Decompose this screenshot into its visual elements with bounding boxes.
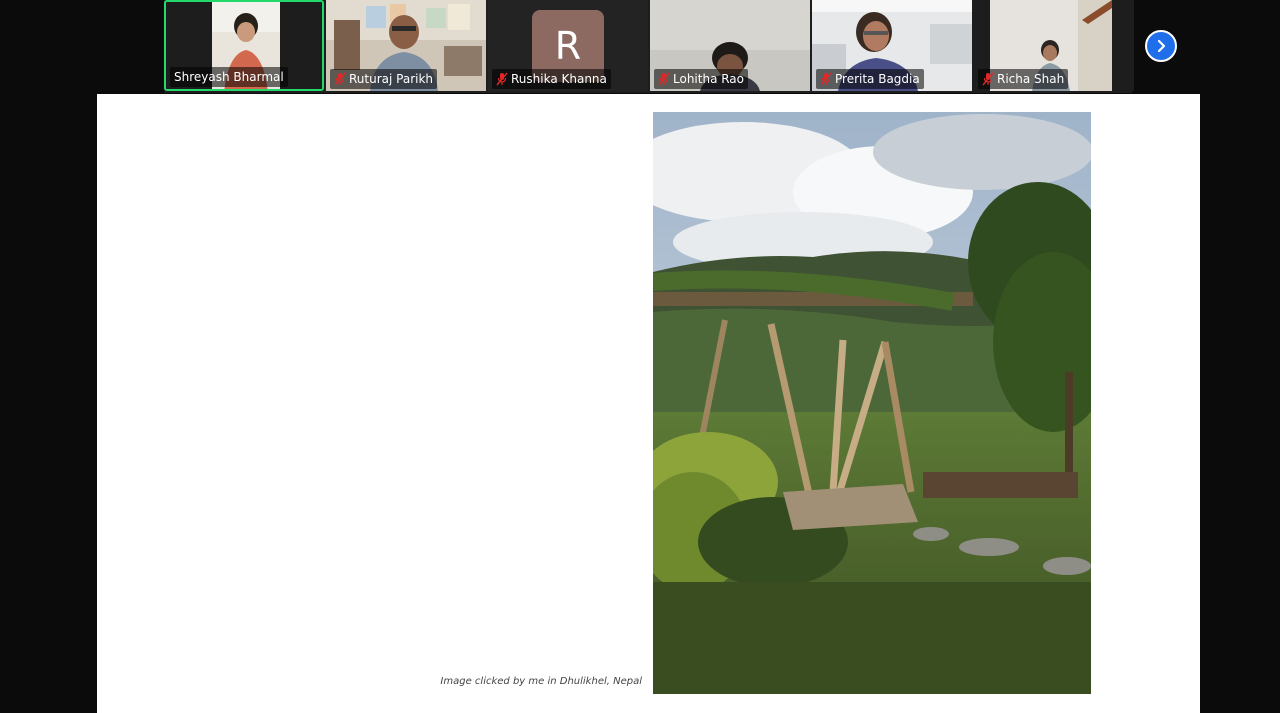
- participant-name: Richa Shah: [997, 72, 1065, 86]
- participant-name: Prerita Bagdia: [835, 72, 920, 86]
- participant-nameplate: Prerita Bagdia: [816, 69, 924, 89]
- participant-nameplate: Rushika Khanna: [492, 69, 611, 89]
- photo-caption: Image clicked by me in Dhulikhel, Nepal: [440, 676, 642, 687]
- participant-name: Lohitha Rao: [673, 72, 745, 86]
- participant-name: Ruturaj Parikh: [349, 72, 434, 86]
- participant-tile-lohitha[interactable]: Lohitha Rao: [650, 0, 810, 91]
- chevron-right-icon: [1157, 39, 1166, 53]
- participant-nameplate: Shreyash Bharmal: [170, 67, 288, 87]
- participant-tile-shreyash[interactable]: Shreyash Bharmal: [164, 0, 324, 91]
- next-page-button[interactable]: [1145, 30, 1177, 62]
- muted-mic-icon: [820, 72, 832, 86]
- muted-mic-icon: [334, 72, 346, 86]
- participant-nameplate: Ruturaj Parikh: [330, 69, 438, 89]
- participant-name: Rushika Khanna: [511, 72, 607, 86]
- shared-screen: Image clicked by me in Dhulikhel, Nepal: [97, 94, 1200, 713]
- participant-tile-richa[interactable]: Richa Shah: [974, 0, 1134, 91]
- participant-nameplate: Lohitha Rao: [654, 69, 749, 89]
- participant-strip: Shreyash Bharmal Ruturaj Parikh R Rushik…: [164, 0, 1134, 93]
- muted-mic-icon: [658, 72, 670, 86]
- participant-tile-ruturaj[interactable]: Ruturaj Parikh: [326, 0, 486, 91]
- participant-tile-rushika[interactable]: R Rushika Khanna: [488, 0, 648, 91]
- participant-nameplate: Richa Shah: [978, 69, 1069, 89]
- muted-mic-icon: [496, 72, 508, 86]
- participant-tile-prerita[interactable]: Prerita Bagdia: [812, 0, 972, 91]
- landscape-photo: [653, 112, 1091, 694]
- participant-name: Shreyash Bharmal: [174, 70, 284, 84]
- muted-mic-icon: [982, 72, 994, 86]
